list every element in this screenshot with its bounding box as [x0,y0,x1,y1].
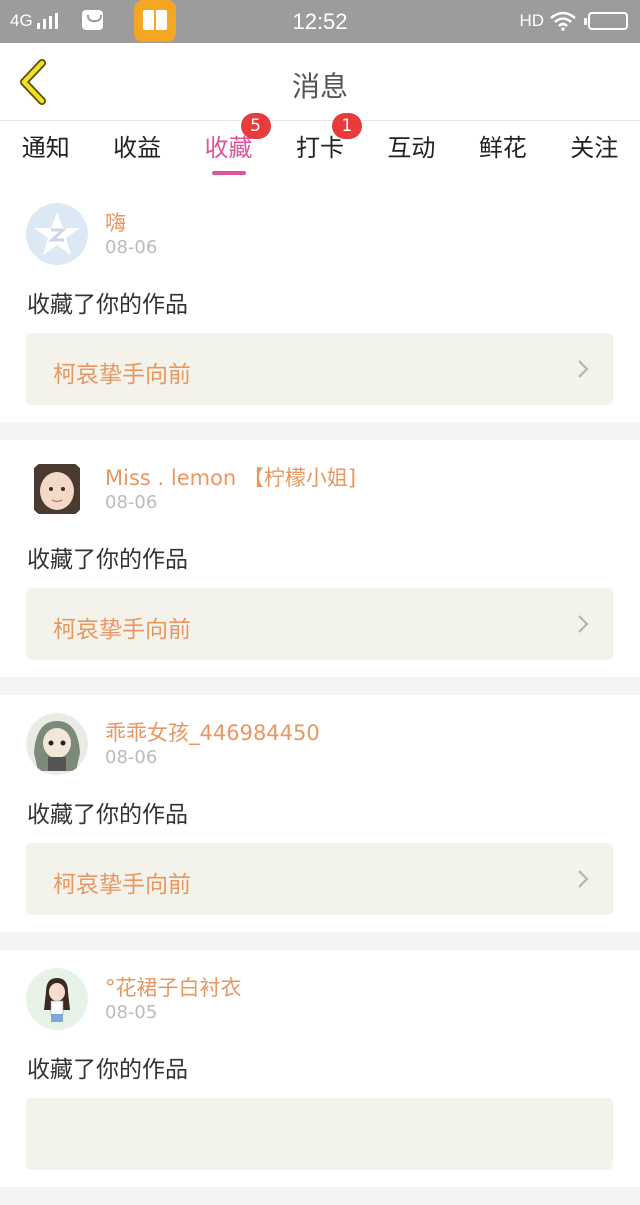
tab-label: 互动 [387,134,436,162]
user-name[interactable]: Miss . lemon 【柠檬小姐] [105,462,356,492]
message-item: 乖乖女孩_446984450 08-06 收藏了你的作品 柯哀挚手向前 [0,695,640,932]
hd-indicator: HD [519,11,544,30]
work-link[interactable]: 柯哀挚手向前 [26,588,613,660]
tab-bar: 通知 收益 收藏 5 打卡 1 互动 鲜花 关注 [0,113,640,185]
tab-interaction[interactable]: 互动 [366,121,457,185]
work-title: 柯哀挚手向前 [53,617,191,643]
avatar[interactable] [26,458,88,520]
avatar[interactable] [26,968,88,1030]
tab-earnings[interactable]: 收益 [91,121,182,185]
tab-checkin[interactable]: 打卡 1 [274,113,365,185]
status-bar: 4G 12:52 HD [0,0,640,43]
tab-flowers[interactable]: 鲜花 [457,121,548,185]
work-link[interactable]: 柯哀挚手向前 [26,843,613,915]
chevron-right-icon [578,615,589,633]
message-date: 08-06 [105,237,158,258]
message-text: 收藏了你的作品 [27,1057,188,1083]
avatar[interactable] [26,713,88,775]
chevron-right-icon [578,870,589,888]
user-name[interactable]: 乖乖女孩_446984450 [105,717,320,747]
unread-badge: 5 [240,113,271,139]
tab-label: 鲜花 [478,134,527,162]
user-name[interactable]: °花裙子白衬衣 [105,972,242,1002]
chevron-right-icon [578,360,589,378]
message-item: 嗨 08-06 收藏了你的作品 柯哀挚手向前 [0,185,640,422]
user-name[interactable]: 嗨 [105,207,126,237]
unread-badge: 1 [331,113,362,139]
tab-label: 通知 [21,134,70,162]
message-text: 收藏了你的作品 [27,802,188,828]
work-link[interactable] [26,1098,613,1170]
message-date: 08-05 [105,1002,158,1023]
tab-label: 收藏 [204,134,253,162]
nav-header: 消息 [0,43,640,121]
battery-icon [584,12,628,30]
work-link[interactable]: 柯哀挚手向前 [26,333,613,405]
message-item: Miss . lemon 【柠檬小姐] 08-06 收藏了你的作品 柯哀挚手向前 [0,440,640,677]
tab-label: 收益 [113,134,162,162]
tab-favorites[interactable]: 收藏 5 [183,113,274,185]
tab-label: 打卡 [295,134,344,162]
wifi-icon [550,11,576,31]
message-text: 收藏了你的作品 [27,547,188,573]
work-title: 柯哀挚手向前 [53,872,191,898]
message-date: 08-06 [105,492,158,513]
avatar[interactable] [26,203,88,265]
message-text: 收藏了你的作品 [27,292,188,318]
message-item: °花裙子白衬衣 08-05 收藏了你的作品 [0,950,640,1187]
tab-label: 关注 [570,134,619,162]
tab-notifications[interactable]: 通知 [0,121,91,185]
message-date: 08-06 [105,747,158,768]
page-title: 消息 [291,70,348,103]
message-list: 嗨 08-06 收藏了你的作品 柯哀挚手向前 Miss . lemon 【柠檬小… [0,185,640,1205]
work-title: 柯哀挚手向前 [53,362,191,388]
tab-follow[interactable]: 关注 [549,121,640,185]
